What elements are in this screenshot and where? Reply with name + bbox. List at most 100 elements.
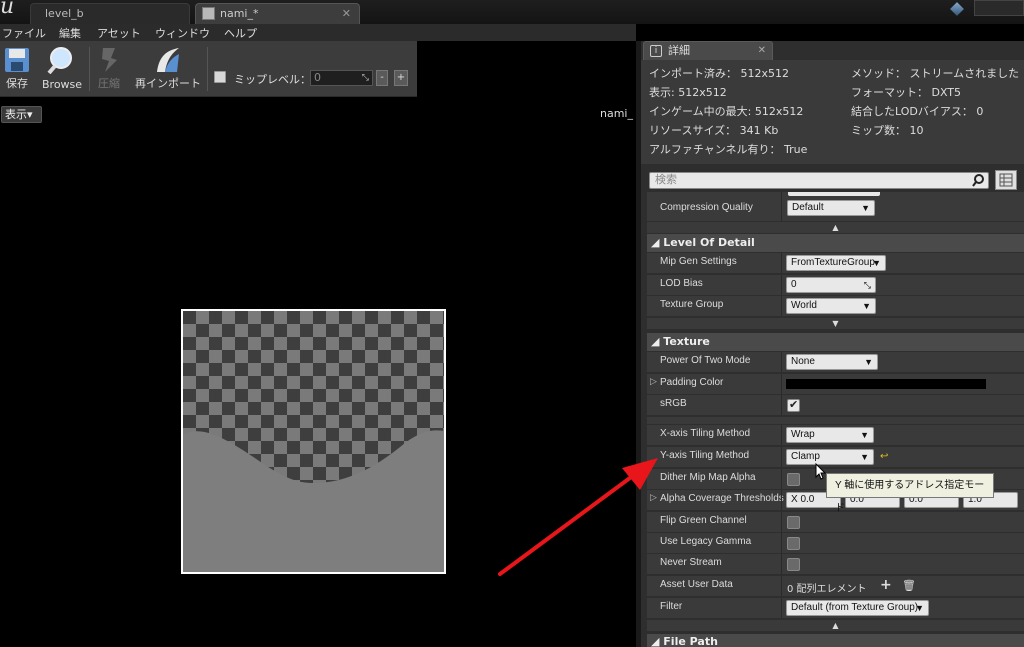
combo-value: Clamp bbox=[791, 451, 820, 462]
row-use-legacy-gamma: Use Legacy Gamma bbox=[647, 533, 1024, 554]
advanced-collapse-button[interactable]: ▲ bbox=[647, 620, 1024, 631]
close-icon[interactable]: ✕ bbox=[758, 42, 766, 59]
column-divider bbox=[781, 469, 782, 489]
save-button[interactable]: 保存 bbox=[2, 44, 32, 94]
expand-arrow-icon: ◢ bbox=[651, 236, 664, 249]
prop-name: Y-axis Tiling Method bbox=[660, 450, 750, 461]
never-stream-checkbox[interactable] bbox=[787, 558, 800, 571]
details-info-icon: i bbox=[650, 45, 662, 57]
menu-edit[interactable]: 編集 bbox=[59, 25, 81, 41]
expand-arrow-icon: ◢ bbox=[651, 335, 664, 348]
row-never-stream: Never Stream bbox=[647, 554, 1024, 575]
advanced-collapse-button[interactable]: ▲ bbox=[647, 222, 1024, 233]
show-dropdown-button[interactable]: 表示▾ bbox=[1, 106, 42, 123]
close-icon[interactable]: ✕ bbox=[342, 4, 351, 23]
info-lod-bias: 結合したLODバイアス： 0 bbox=[851, 105, 984, 118]
texture-group-combo[interactable]: World ▼ bbox=[786, 298, 876, 314]
menu-help[interactable]: ヘルプ bbox=[224, 25, 257, 41]
prop-name: sRGB bbox=[660, 398, 687, 409]
input-value: 0.0 bbox=[800, 494, 815, 505]
info-method: メソッド： ストリームされました bbox=[851, 67, 1020, 80]
category-level-of-detail[interactable]: ◢ Level Of Detail bbox=[647, 234, 1024, 252]
prop-name: Dither Mip Map Alpha bbox=[660, 472, 756, 483]
save-icon bbox=[5, 48, 29, 72]
scrolled-combo-edge bbox=[788, 192, 880, 196]
details-tab[interactable]: i 詳細 ✕ bbox=[643, 41, 773, 60]
annotation-arrow-icon bbox=[498, 458, 658, 576]
chevron-down-icon: ▼ bbox=[832, 319, 839, 328]
browse-button[interactable]: Browse bbox=[42, 44, 82, 94]
power-of-two-combo[interactable]: None ▼ bbox=[786, 354, 878, 370]
column-divider bbox=[781, 425, 782, 445]
column-divider bbox=[781, 598, 782, 618]
info-resource-size: リソースサイズ： 341 Kb bbox=[649, 124, 779, 137]
reimport-button[interactable]: 再インポート bbox=[134, 44, 202, 94]
column-divider bbox=[781, 554, 782, 574]
expand-arrow-icon[interactable]: ▷ bbox=[650, 377, 657, 387]
mip-plus-button[interactable]: + bbox=[394, 70, 408, 86]
dropdown-arrow-icon: ▼ bbox=[864, 357, 873, 367]
chevron-up-icon: ▲ bbox=[832, 621, 839, 630]
window-controls[interactable] bbox=[974, 0, 1024, 16]
tab-level-b[interactable]: level_b bbox=[30, 3, 190, 24]
details-tab-label: 詳細 bbox=[668, 44, 690, 57]
mip-level-checkbox[interactable] bbox=[214, 71, 226, 83]
checker-texture-image bbox=[183, 311, 444, 572]
menu-window[interactable]: ウィンドウ bbox=[155, 25, 210, 41]
prop-name: Texture Group bbox=[660, 299, 724, 310]
x-tiling-combo[interactable]: Wrap ▼ bbox=[786, 427, 874, 443]
column-divider bbox=[781, 275, 782, 295]
search-input[interactable]: 検索 bbox=[649, 172, 989, 189]
column-divider bbox=[781, 533, 782, 553]
category-file-path[interactable]: ◢ File Path bbox=[647, 634, 1024, 647]
tab-nami[interactable]: nami_* ✕ bbox=[195, 3, 360, 24]
tab-label: nami_* bbox=[220, 7, 259, 20]
trash-icon[interactable]: 🗑 bbox=[902, 579, 916, 592]
dither-checkbox[interactable] bbox=[787, 473, 800, 486]
menu-bar bbox=[0, 24, 636, 41]
row-srgb: sRGB bbox=[647, 395, 1024, 416]
toolbar-divider bbox=[89, 47, 90, 91]
y-tiling-combo[interactable]: Clamp ▼ bbox=[786, 449, 874, 465]
info-max-ingame: インゲーム中の最大: 512x512 bbox=[649, 105, 804, 118]
prop-name: Alpha Coverage Thresholds bbox=[660, 493, 784, 504]
row-texture-group: Texture Group World ▼ bbox=[647, 296, 1024, 317]
grid-icon bbox=[999, 173, 1013, 187]
srgb-checkbox[interactable] bbox=[787, 398, 800, 412]
flip-green-checkbox[interactable] bbox=[787, 516, 800, 529]
dropdown-arrow-icon: ▼ bbox=[872, 258, 881, 268]
combo-value: None bbox=[791, 356, 815, 367]
compress-button[interactable]: 圧縮 bbox=[94, 44, 124, 94]
padding-color-swatch[interactable] bbox=[786, 379, 986, 389]
view-options-button[interactable] bbox=[995, 170, 1017, 190]
ue-logo[interactable]: u bbox=[0, 0, 14, 22]
reset-to-default-icon[interactable]: ↩ bbox=[880, 451, 888, 462]
prop-name: LOD Bias bbox=[660, 278, 703, 289]
filter-combo[interactable]: Default (from Texture Group) ▼ bbox=[786, 600, 929, 616]
info-right-column: メソッド： ストリームされました フォーマット： DXT5 結合したLODバイア… bbox=[851, 64, 1019, 140]
menu-asset[interactable]: アセット bbox=[97, 25, 141, 41]
compression-quality-combo[interactable]: Default ▼ bbox=[787, 200, 875, 216]
info-displayed: 表示: 512x512 bbox=[649, 86, 727, 99]
mip-level-label: ミップレベル： bbox=[234, 73, 311, 86]
lod-bias-input[interactable]: 0 ⤡ bbox=[786, 277, 876, 293]
prop-name: Flip Green Channel bbox=[660, 515, 747, 526]
mip-minus-button[interactable]: - bbox=[376, 70, 388, 86]
input-value: 0 bbox=[791, 279, 797, 290]
legacy-gamma-checkbox[interactable] bbox=[787, 537, 800, 550]
prop-name: Padding Color bbox=[660, 377, 724, 388]
mip-gen-settings-combo[interactable]: FromTextureGroup ▼ bbox=[786, 255, 886, 271]
dropdown-arrow-icon: ▼ bbox=[915, 603, 924, 613]
info-has-alpha: アルファチャンネル有り： True bbox=[649, 143, 808, 156]
menu-file[interactable]: ファイル bbox=[2, 25, 46, 41]
mip-level-input[interactable]: 0 ⤡ bbox=[310, 70, 373, 86]
viewport-texture-name: nami_ bbox=[600, 107, 633, 120]
category-texture[interactable]: ◢ Texture bbox=[647, 333, 1024, 351]
toolbar-divider bbox=[207, 47, 208, 91]
reimport-icon bbox=[157, 48, 179, 72]
search-icon bbox=[972, 174, 984, 187]
add-element-icon[interactable]: + bbox=[880, 577, 892, 593]
prop-name: Asset User Data bbox=[660, 579, 733, 590]
advanced-expand-button[interactable]: ▼ bbox=[647, 318, 1024, 329]
prop-name: Use Legacy Gamma bbox=[660, 536, 752, 547]
